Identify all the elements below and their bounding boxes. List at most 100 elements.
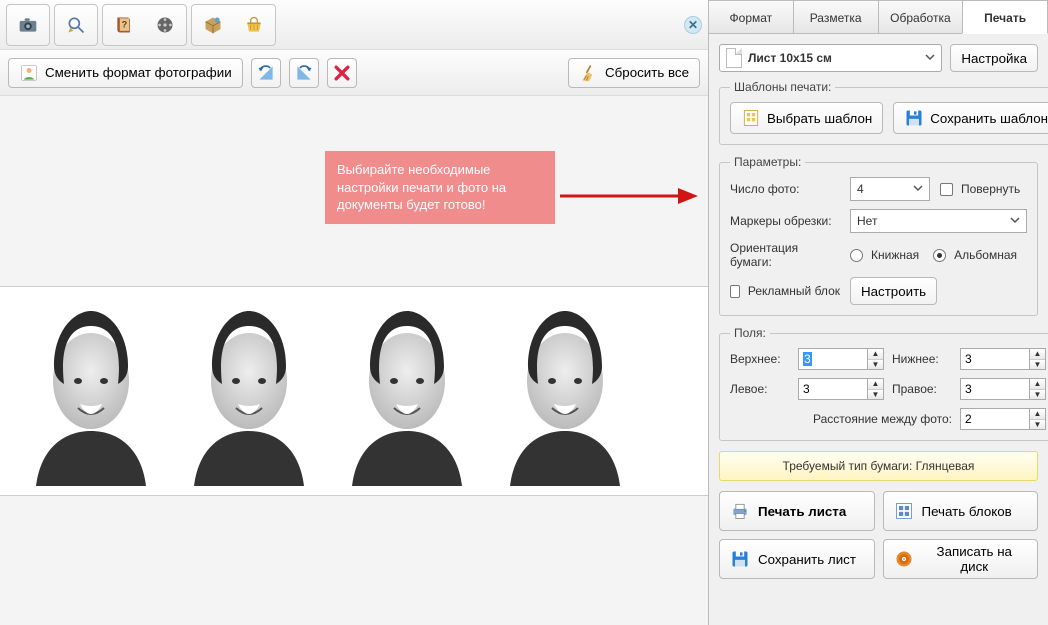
- spinner-buttons[interactable]: ▲▼: [1030, 378, 1046, 400]
- photo-gap-input[interactable]: ▲▼: [960, 408, 1046, 430]
- photo-thumb: [16, 296, 166, 486]
- orientation-landscape-radio[interactable]: Альбомная: [933, 248, 1017, 262]
- reel-button[interactable]: [146, 7, 184, 43]
- margin-bottom-value[interactable]: [960, 348, 1030, 370]
- hint-tooltip: Выбирайте необходимые настройки печати и…: [325, 151, 555, 224]
- box-button[interactable]: [194, 7, 232, 43]
- spin-down-icon[interactable]: ▼: [1030, 390, 1045, 400]
- orientation-landscape-label: Альбомная: [954, 248, 1017, 262]
- spin-down-icon[interactable]: ▼: [868, 360, 883, 370]
- close-panel-button[interactable]: ✕: [684, 16, 702, 34]
- tab-print[interactable]: Печать: [962, 0, 1048, 34]
- paper-type-text: Требуемый тип бумаги: Глянцевая: [783, 459, 975, 473]
- rotate-right-button[interactable]: [289, 58, 319, 88]
- blocks-icon: [894, 501, 914, 521]
- spinner-buttons[interactable]: ▲▼: [1030, 348, 1046, 370]
- chevron-down-icon: [925, 51, 935, 65]
- photo-thumb: [490, 296, 640, 486]
- side-tabs: Формат Разметка Обработка Печать: [709, 0, 1048, 34]
- spinner-buttons[interactable]: ▲▼: [868, 348, 884, 370]
- margin-top-label: Верхнее:: [730, 352, 790, 366]
- rotate-label: Повернуть: [961, 182, 1020, 196]
- margin-right-value[interactable]: [960, 378, 1030, 400]
- magnifier-icon: [66, 15, 86, 35]
- save-sheet-button[interactable]: Сохранить лист: [719, 539, 875, 579]
- svg-text:?: ?: [122, 19, 128, 29]
- margin-left-input[interactable]: ▲▼: [798, 378, 884, 400]
- save-template-button[interactable]: Сохранить шаблон: [893, 102, 1048, 134]
- printer-icon: [730, 501, 750, 521]
- ad-config-label: Настроить: [861, 284, 926, 299]
- preview-canvas: Выбирайте необходимые настройки печати и…: [0, 96, 708, 625]
- spin-up-icon[interactable]: ▲: [868, 379, 883, 390]
- camera-icon: [18, 15, 38, 35]
- photo-count-select[interactable]: 4: [850, 177, 930, 201]
- sheet-settings-button[interactable]: Настройка: [950, 44, 1038, 72]
- sheet-select[interactable]: Лист 10x15 см: [719, 44, 942, 72]
- print-sheet-label: Печать листа: [758, 504, 846, 519]
- spinner-buttons[interactable]: ▲▼: [1030, 408, 1046, 430]
- margin-right-label: Правое:: [892, 382, 952, 396]
- page-icon: [726, 48, 742, 68]
- orientation-portrait-label: Книжная: [871, 248, 919, 262]
- checkbox-icon: [730, 285, 740, 298]
- toolbar-group-misc: [191, 4, 276, 46]
- spin-down-icon[interactable]: ▼: [1030, 420, 1045, 430]
- photo-gap-label: Расстояние между фото:: [730, 412, 952, 426]
- paper-type-banner: Требуемый тип бумаги: Глянцевая: [719, 451, 1038, 481]
- save-template-label: Сохранить шаблон: [930, 111, 1048, 126]
- spin-down-icon[interactable]: ▼: [1030, 360, 1045, 370]
- margins-fieldset: Поля: Верхнее: 3▲▼ Нижнее: ▲▼ Левое: ▲▼ …: [719, 326, 1048, 441]
- radio-icon: [933, 249, 946, 262]
- photo-gap-value[interactable]: [960, 408, 1030, 430]
- ad-config-button[interactable]: Настроить: [850, 277, 937, 305]
- spin-up-icon[interactable]: ▲: [1030, 409, 1045, 420]
- margin-bottom-input[interactable]: ▲▼: [960, 348, 1046, 370]
- box-icon: [203, 15, 223, 35]
- rotate-checkbox[interactable]: Повернуть: [940, 182, 1020, 196]
- burn-disk-label: Записать на диск: [922, 544, 1028, 574]
- spinner-buttons[interactable]: ▲▼: [868, 378, 884, 400]
- spin-up-icon[interactable]: ▲: [868, 349, 883, 360]
- sheet-settings-label: Настройка: [961, 51, 1027, 66]
- spin-up-icon[interactable]: ▲: [1030, 349, 1045, 360]
- spin-down-icon[interactable]: ▼: [868, 390, 883, 400]
- tab-layout[interactable]: Разметка: [793, 0, 879, 34]
- camera-button[interactable]: [9, 7, 47, 43]
- floppy-icon: [904, 108, 924, 128]
- tab-format[interactable]: Формат: [708, 0, 794, 34]
- chevron-down-icon: [913, 182, 923, 196]
- tab-processing[interactable]: Обработка: [878, 0, 964, 34]
- side-panel: Формат Разметка Обработка Печать Лист 10…: [708, 0, 1048, 625]
- burn-disk-button[interactable]: Записать на диск: [883, 539, 1039, 579]
- help-book-button[interactable]: ?: [105, 7, 143, 43]
- change-format-button[interactable]: Сменить формат фотографии: [8, 58, 243, 88]
- change-format-label: Сменить формат фотографии: [45, 65, 232, 80]
- print-panel: Лист 10x15 см Настройка Шаблоны печати: …: [709, 34, 1048, 625]
- toolbar-group-search: [54, 4, 98, 46]
- spin-up-icon[interactable]: ▲: [1030, 379, 1045, 390]
- margin-left-value[interactable]: [798, 378, 868, 400]
- margin-right-input[interactable]: ▲▼: [960, 378, 1046, 400]
- orientation-portrait-radio[interactable]: Книжная: [850, 248, 919, 262]
- print-sheet-button[interactable]: Печать листа: [719, 491, 875, 531]
- basket-icon: [244, 15, 264, 35]
- params-fieldset: Параметры: Число фото: 4 Повернуть Марке…: [719, 155, 1038, 316]
- basket-button[interactable]: [235, 7, 273, 43]
- radio-icon: [850, 249, 863, 262]
- reset-all-button[interactable]: Сбросить все: [568, 58, 700, 88]
- rotate-left-button[interactable]: [251, 58, 281, 88]
- select-template-button[interactable]: Выбрать шаблон: [730, 102, 883, 134]
- print-blocks-button[interactable]: Печать блоков: [883, 491, 1039, 531]
- search-button[interactable]: [57, 7, 95, 43]
- crop-markers-select[interactable]: Нет: [850, 209, 1027, 233]
- rotate-left-icon: [256, 63, 276, 83]
- ad-block-checkbox[interactable]: Рекламный блок: [730, 284, 840, 298]
- delete-button[interactable]: [327, 58, 357, 88]
- hint-arrow-icon: [560, 176, 700, 216]
- margin-top-input[interactable]: 3▲▼: [798, 348, 884, 370]
- crop-markers-label: Маркеры обрезки:: [730, 214, 840, 228]
- broom-icon: [579, 63, 599, 83]
- print-blocks-label: Печать блоков: [922, 504, 1012, 519]
- margins-legend: Поля:: [730, 326, 770, 340]
